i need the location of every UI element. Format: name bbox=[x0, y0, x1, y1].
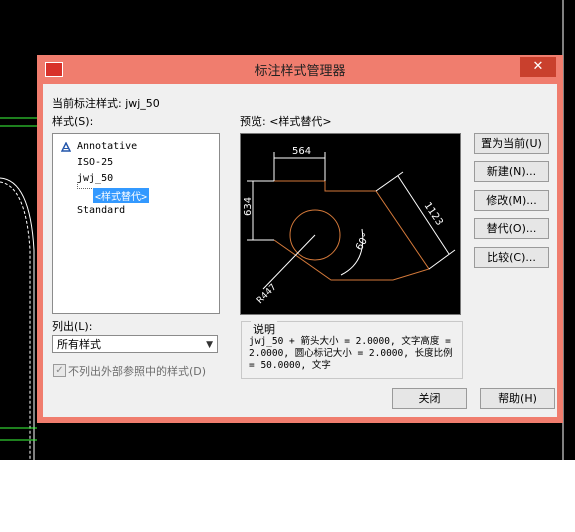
dialog-client-area: 当前标注样式: jwj_50 样式(S): Annotative ISO-25 … bbox=[43, 84, 557, 417]
chevron-down-icon: ▼ bbox=[206, 340, 213, 350]
style-preview: 564 634 R447 60° 1123 bbox=[240, 133, 461, 315]
list-filter-value: 所有样式 bbox=[57, 338, 101, 351]
help-button[interactable]: 帮助(H) bbox=[480, 388, 555, 409]
exclude-xref-label: 不列出外部参照中的样式(D) bbox=[68, 365, 207, 378]
list-label: 列出(L): bbox=[52, 320, 93, 333]
current-style-label: 当前标注样式: jwj_50 bbox=[52, 97, 160, 110]
style-item-override[interactable]: <样式替代> bbox=[93, 188, 150, 203]
title-bar[interactable]: 标注样式管理器 ✕ bbox=[37, 55, 563, 83]
list-filter-select[interactable]: 所有样式 ▼ bbox=[52, 335, 218, 353]
description-text: jwj_50 + 箭头大小 = 2.0000, 文字高度 = 2.0000, 圆… bbox=[249, 336, 453, 371]
preview-label: 预览: <样式替代> bbox=[240, 115, 332, 128]
preview-drawing: 564 634 R447 60° 1123 bbox=[243, 146, 456, 306]
preview-diag-text: 1123 bbox=[422, 201, 445, 228]
style-item-standard[interactable]: Standard bbox=[77, 205, 125, 216]
window-title: 标注样式管理器 bbox=[254, 64, 346, 79]
set-current-button[interactable]: 置为当前(U) bbox=[474, 133, 549, 154]
preview-radius-text: R447 bbox=[255, 282, 279, 306]
preview-height-text: 634 bbox=[243, 197, 254, 216]
tree-connector bbox=[77, 182, 92, 189]
annotative-icon bbox=[61, 142, 71, 152]
description-group: 说明 jwj_50 + 箭头大小 = 2.0000, 文字高度 = 2.0000… bbox=[241, 321, 463, 379]
description-label: 说明 bbox=[251, 321, 277, 337]
styles-label: 样式(S): bbox=[52, 115, 94, 128]
dimension-style-manager-dialog: 标注样式管理器 ✕ 当前标注样式: jwj_50 样式(S): Annotati… bbox=[37, 55, 563, 423]
override-style-button[interactable]: 替代(O)... bbox=[474, 218, 549, 239]
modify-style-button[interactable]: 修改(M)... bbox=[474, 190, 549, 211]
styles-list[interactable]: Annotative ISO-25 jwj_50 <样式替代> Standard bbox=[52, 133, 220, 314]
preview-angle-text: 60° bbox=[354, 232, 372, 253]
preview-width-text: 564 bbox=[292, 146, 311, 157]
close-button[interactable]: 关闭 bbox=[392, 388, 467, 409]
close-window-button[interactable]: ✕ bbox=[520, 57, 556, 77]
new-style-button[interactable]: 新建(N)... bbox=[474, 161, 549, 182]
style-item-iso-25[interactable]: ISO-25 bbox=[77, 157, 113, 168]
compare-styles-button[interactable]: 比较(C)... bbox=[474, 247, 549, 268]
exclude-xref-checkbox[interactable]: ✓ bbox=[53, 364, 66, 377]
style-item-annotative[interactable]: Annotative bbox=[77, 141, 137, 152]
